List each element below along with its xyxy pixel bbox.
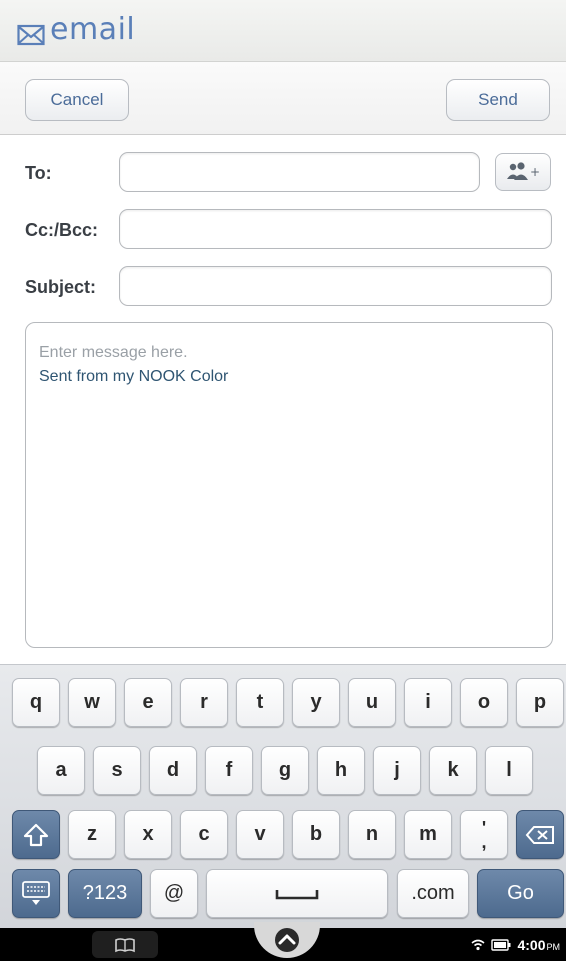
key-s[interactable]: s xyxy=(93,746,141,795)
app-title: email xyxy=(50,12,136,47)
key-n[interactable]: n xyxy=(348,810,396,859)
add-contacts-icon: + xyxy=(507,162,540,180)
clock-time: 4:00 xyxy=(517,937,546,953)
send-button[interactable]: Send xyxy=(446,79,550,121)
key-f[interactable]: f xyxy=(205,746,253,795)
key-y[interactable]: y xyxy=(292,678,340,727)
wifi-icon xyxy=(471,939,485,950)
key-e[interactable]: e xyxy=(124,678,172,727)
cancel-button[interactable]: Cancel xyxy=(25,79,129,121)
key-apostrophe-comma-label: ' , xyxy=(481,817,487,852)
key-apostrophe-comma[interactable]: ' , xyxy=(460,810,508,859)
key-k[interactable]: k xyxy=(429,746,477,795)
symbols-key[interactable]: ?123 xyxy=(68,869,142,918)
chevron-up-icon xyxy=(275,928,299,952)
key-p[interactable]: p xyxy=(516,678,564,727)
clock-ampm: PM xyxy=(546,942,561,952)
key-g[interactable]: g xyxy=(261,746,309,795)
subject-field[interactable] xyxy=(119,266,552,306)
key-w[interactable]: w xyxy=(68,678,116,727)
title-bar: email xyxy=(0,0,566,62)
cc-label: Cc:/Bcc: xyxy=(25,220,99,240)
keyboard: q w e r t y u i o p a s d f g h j k l z … xyxy=(0,664,566,928)
message-body[interactable]: Enter message here. Sent from my NOOK Co… xyxy=(25,322,553,648)
key-j[interactable]: j xyxy=(373,746,421,795)
key-at[interactable]: @ xyxy=(150,869,198,918)
key-u[interactable]: u xyxy=(348,678,396,727)
library-button[interactable] xyxy=(92,931,158,958)
system-bar: 4:00PM xyxy=(0,922,566,961)
key-t[interactable]: t xyxy=(236,678,284,727)
key-q[interactable]: q xyxy=(12,678,60,727)
backspace-key[interactable] xyxy=(516,810,564,859)
battery-icon xyxy=(491,938,511,951)
keyboard-hide-key[interactable] xyxy=(12,869,60,918)
key-d[interactable]: d xyxy=(149,746,197,795)
key-a[interactable]: a xyxy=(37,746,85,795)
shift-key[interactable] xyxy=(12,810,60,859)
shift-icon xyxy=(23,823,49,846)
status-area: 4:00PM xyxy=(471,935,560,954)
key-c[interactable]: c xyxy=(180,810,228,859)
space-key[interactable] xyxy=(206,869,388,918)
cc-field[interactable] xyxy=(119,209,552,249)
key-o[interactable]: o xyxy=(460,678,508,727)
key-h[interactable]: h xyxy=(317,746,365,795)
to-field[interactable] xyxy=(119,152,480,192)
subject-label: Subject: xyxy=(25,277,97,297)
message-signature: Sent from my NOOK Color xyxy=(39,368,229,385)
key-z[interactable]: z xyxy=(68,810,116,859)
add-contacts-button[interactable]: + xyxy=(495,153,551,191)
keyboard-icon xyxy=(22,880,50,905)
key-b[interactable]: b xyxy=(292,810,340,859)
key-i[interactable]: i xyxy=(404,678,452,727)
key-x[interactable]: x xyxy=(124,810,172,859)
dotcom-key[interactable]: .com xyxy=(397,869,469,918)
to-label: To: xyxy=(25,163,52,183)
action-bar: Cancel Send xyxy=(0,62,566,135)
book-icon xyxy=(115,937,135,952)
message-placeholder: Enter message here. xyxy=(39,344,188,361)
backspace-icon xyxy=(525,825,554,844)
key-m[interactable]: m xyxy=(404,810,452,859)
space-icon xyxy=(275,889,319,899)
envelope-icon xyxy=(17,24,45,46)
key-v[interactable]: v xyxy=(236,810,284,859)
key-r[interactable]: r xyxy=(180,678,228,727)
home-button[interactable] xyxy=(254,922,320,958)
key-l[interactable]: l xyxy=(485,746,533,795)
go-key[interactable]: Go xyxy=(477,869,564,918)
svg-text:+: + xyxy=(530,165,540,179)
